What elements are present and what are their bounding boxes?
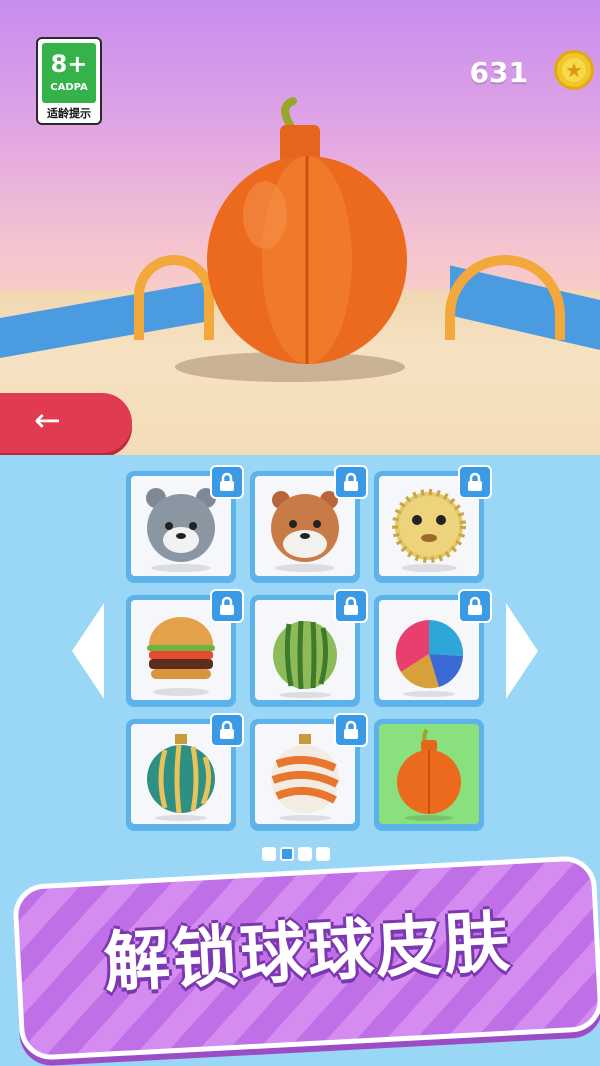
player-ball (205, 95, 410, 370)
promo-banner: 解锁球球皮肤 (11, 854, 600, 1062)
skin-brown-bear[interactable] (250, 465, 368, 583)
arch-left (134, 255, 214, 340)
prev-page-button[interactable] (72, 603, 104, 699)
coin-icon: ★ (554, 50, 594, 90)
back-button[interactable]: ← (0, 393, 132, 453)
back-arrow-icon: ← (34, 401, 61, 439)
lock-icon (210, 713, 244, 747)
skin-gray-bear[interactable] (126, 465, 244, 583)
lock-icon (210, 589, 244, 623)
orange-bomb-icon (397, 728, 461, 821)
skin-striped-ornament[interactable] (126, 713, 244, 831)
skin-orange-bomb[interactable] (374, 719, 484, 831)
lock-icon (458, 465, 492, 499)
page-dot-1[interactable] (262, 847, 276, 861)
lock-icon (458, 589, 492, 623)
age-rating-tip: 适龄提示 (47, 107, 91, 120)
page-indicator (262, 846, 334, 865)
skin-watermelon[interactable] (250, 589, 368, 707)
lock-icon (210, 465, 244, 499)
banner-text: 解锁球球皮肤 (101, 903, 514, 1002)
page-dot-2[interactable] (280, 847, 294, 861)
skin-candy-ornament[interactable] (250, 713, 368, 831)
next-page-button[interactable] (506, 603, 538, 699)
lock-icon (334, 713, 368, 747)
lock-icon (334, 465, 368, 499)
skin-burger[interactable] (126, 589, 244, 707)
skin-grid (126, 465, 492, 833)
age-rating-age: 8+ (50, 50, 88, 78)
page-dot-4[interactable] (316, 847, 330, 861)
coin-count: 631 (469, 56, 528, 89)
age-rating-org: CADPA (50, 82, 88, 93)
skin-pufferfish[interactable] (374, 465, 492, 583)
age-rating-badge: 8+ CADPA 适龄提示 (36, 37, 102, 125)
skin-beach-ball[interactable] (374, 589, 492, 707)
page-dot-3[interactable] (298, 847, 312, 861)
age-rating-box: 8+ CADPA (42, 43, 96, 103)
lock-icon (334, 589, 368, 623)
